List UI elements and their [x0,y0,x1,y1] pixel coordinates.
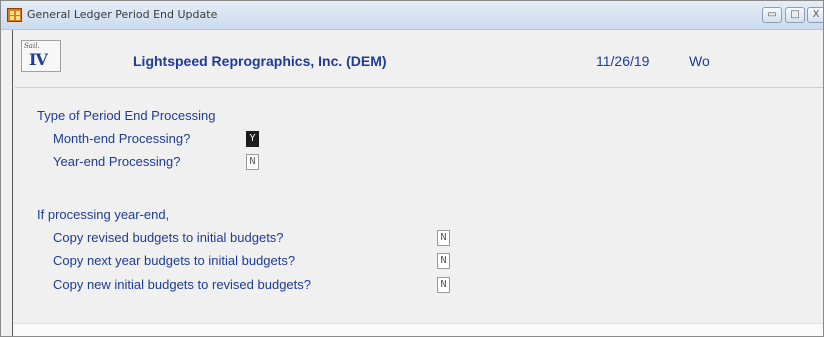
copy-new-field[interactable]: N [437,277,450,293]
user-code: Wo [689,53,710,69]
company-name: Lightspeed Reprographics, Inc. (DEM) [133,53,387,69]
logo-script-text: Sail. [24,42,40,50]
status-strip [13,323,823,336]
sage-logo: Sail. IV [21,40,61,72]
window-title: General Ledger Period End Update [27,8,218,21]
year-end-field[interactable]: N [246,154,259,170]
copy-revised-field[interactable]: N [437,230,450,246]
year-end-label: Year-end Processing? [53,154,181,169]
system-date: 11/26/19 [596,53,650,69]
header-divider [15,87,823,88]
maximize-button[interactable]: □ [785,7,805,23]
close-button[interactable]: X [807,7,823,23]
copy-revised-label: Copy revised budgets to initial budgets? [53,230,284,245]
left-border [12,30,13,336]
minimize-button[interactable]: ▭ [762,7,782,23]
section-year-end-label: If processing year-end, [37,207,170,222]
month-end-label: Month-end Processing? [53,131,191,146]
period-end-update-window: General Ledger Period End Update ▭ □ X S… [0,0,824,337]
copy-new-label: Copy new initial budgets to revised budg… [53,277,311,292]
month-end-field[interactable]: Y [246,131,259,147]
copy-next-field[interactable]: N [437,253,450,269]
copy-next-label: Copy next year budgets to initial budget… [53,253,296,268]
section-type-label: Type of Period End Processing [37,108,216,123]
title-bar[interactable]: General Ledger Period End Update ▭ □ X [1,1,823,30]
app-icon [7,8,22,22]
logo-numeral: IV [29,50,48,69]
